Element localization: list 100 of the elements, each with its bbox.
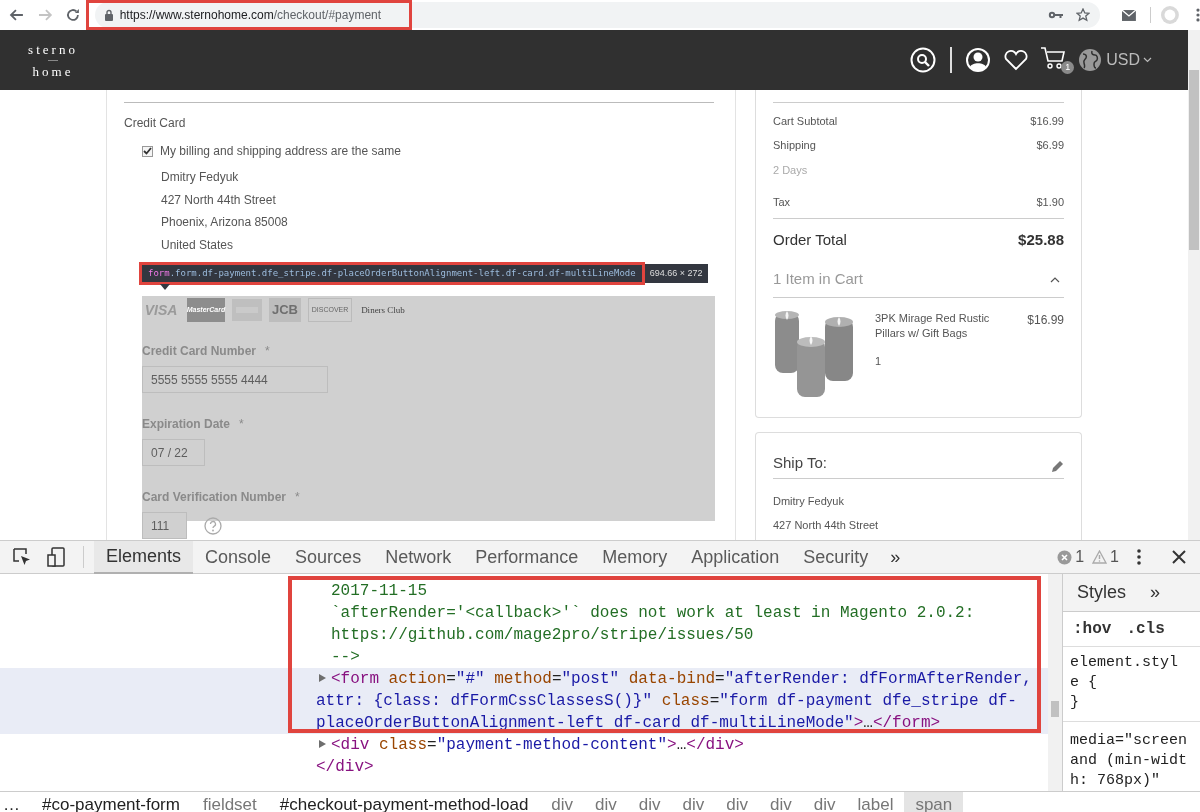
ship-to-title: Ship To: xyxy=(773,452,827,473)
code-line: 2017-11-15 xyxy=(330,581,428,602)
back-icon[interactable] xyxy=(9,7,25,23)
warning-count: 1 xyxy=(1110,547,1119,567)
devtools-tab[interactable]: Console xyxy=(193,540,284,574)
scrollbar-thumb[interactable] xyxy=(1189,70,1199,250)
logo[interactable]: sterno home xyxy=(27,41,79,79)
check-icon xyxy=(143,147,152,155)
devtools-tab[interactable]: Memory xyxy=(590,540,680,574)
product-price: $16.99 xyxy=(1027,312,1064,329)
globe-icon[interactable] xyxy=(1078,48,1103,72)
address-line: 427 North 44th Street xyxy=(773,517,880,533)
account-icon[interactable] xyxy=(965,47,992,73)
error-icon[interactable] xyxy=(1057,549,1073,565)
pencil-icon[interactable] xyxy=(1050,460,1064,474)
scrollbar[interactable] xyxy=(1048,574,1062,791)
payment-method-label: Credit Card xyxy=(124,115,187,132)
breadcrumb-item[interactable]: fieldset xyxy=(191,792,268,812)
tooltip-pointer-icon xyxy=(160,284,170,290)
breadcrumb-item[interactable]: div xyxy=(802,792,847,812)
required-mark: * xyxy=(295,489,300,506)
breadcrumb-item[interactable]: div xyxy=(715,792,759,812)
card-logo: Diners Club xyxy=(360,304,406,317)
scrollbar-thumb[interactable] xyxy=(1051,701,1059,717)
error-count: 1 xyxy=(1075,547,1085,567)
search-icon[interactable] xyxy=(910,47,937,73)
breadcrumb-item[interactable]: div xyxy=(584,792,628,812)
styles-tab[interactable]: Styles xyxy=(1077,579,1127,607)
address-line: 427 North 44th Street xyxy=(161,191,277,209)
summary-value: $1.90 xyxy=(1036,194,1064,210)
more-tabs-button[interactable]: » xyxy=(890,543,901,571)
code-line: https://github.com/mage2pro/stripe/issues/50 xyxy=(330,625,755,646)
product-quantity: 1 xyxy=(875,354,883,369)
field-label: Card Verification Number xyxy=(142,489,287,506)
devtools-tab[interactable]: Performance xyxy=(463,540,591,574)
code-line[interactable]: <div class="payment-method-content">…</div> xyxy=(316,734,1040,756)
media-query-text: media="screen and (min-width: 768px)" xyxy=(1069,731,1189,791)
close-icon[interactable] xyxy=(1172,550,1186,564)
devtools-tab[interactable]: Elements xyxy=(94,540,194,574)
required-mark: * xyxy=(239,416,244,433)
url-text: https://www.sternohome.com/checkout/#payment xyxy=(119,7,382,24)
class-toggle[interactable]: .cls xyxy=(1126,617,1165,642)
input-field[interactable]: 111 xyxy=(142,512,187,539)
devtools-tab[interactable]: Security xyxy=(791,540,881,574)
device-toolbar-icon[interactable] xyxy=(47,547,67,567)
heart-icon[interactable] xyxy=(1003,49,1030,71)
field-label: Credit Card Number xyxy=(142,343,257,360)
breadcrumb-item[interactable]: … xyxy=(0,792,30,812)
summary-label: Shipping xyxy=(773,137,816,153)
shipping-note: 2 Days xyxy=(773,164,808,176)
devtools-tab[interactable]: Sources xyxy=(283,540,374,574)
currency-selector[interactable]: USD xyxy=(1106,48,1152,72)
required-mark: * xyxy=(265,343,270,360)
checkbox-label: My billing and shipping address are the same xyxy=(160,143,401,160)
devtools-tab[interactable]: Network xyxy=(373,540,464,574)
style-rule-text: } xyxy=(1070,693,1080,713)
key-icon[interactable] xyxy=(1048,10,1065,20)
more-options-icon[interactable] xyxy=(1137,549,1141,565)
address-line: Dmitry Fedyuk xyxy=(161,169,240,186)
hover-state-toggle[interactable]: :hov xyxy=(1073,617,1112,642)
scrollbar[interactable] xyxy=(1188,30,1200,540)
address-line: Phoenix, Arizona 85008 xyxy=(161,214,289,231)
card-logo: JCB xyxy=(269,298,301,322)
breadcrumb-item[interactable]: div xyxy=(759,792,803,812)
caret-icon xyxy=(1143,57,1152,63)
address-line: Dmitry Fedyuk xyxy=(773,494,845,509)
caret-up-icon[interactable] xyxy=(1050,276,1060,283)
mail-icon[interactable] xyxy=(1122,9,1137,21)
code-line: </div> xyxy=(316,757,375,778)
breadcrumb-item[interactable]: div xyxy=(540,792,585,812)
address-line: United States xyxy=(161,236,235,254)
reload-icon[interactable] xyxy=(64,7,81,23)
order-total-label: Order Total xyxy=(773,230,847,251)
breadcrumb-item[interactable]: div xyxy=(671,792,716,812)
lock-icon xyxy=(103,9,114,21)
menu-icon[interactable] xyxy=(1196,8,1200,22)
address-bar[interactable]: https://www.sternohome.com/checkout/#payment xyxy=(94,2,1101,28)
product-name[interactable]: 3PK Mirage Red Rustic Pillars w/ Gift Bags xyxy=(875,311,1005,341)
summary-value: $6.99 xyxy=(1036,137,1064,153)
devtools-tab[interactable]: Application xyxy=(679,540,792,574)
style-rule-text: element.style { xyxy=(1070,653,1180,693)
code-line: `afterRender='<callback>'` does not work at least in Magento 2.0.2: xyxy=(330,603,976,624)
more-tabs-button[interactable]: » xyxy=(1150,579,1161,607)
star-icon[interactable] xyxy=(1076,8,1091,22)
breadcrumb-item[interactable]: label xyxy=(846,792,905,812)
cart-icon[interactable] xyxy=(1040,46,1067,70)
element-size-label: 694.66 × 272 xyxy=(644,264,708,283)
summary-label: Cart Subtotal xyxy=(773,113,838,129)
inspect-icon[interactable] xyxy=(13,548,31,566)
summary-label: Tax xyxy=(773,194,791,210)
field-label: Expiration Date xyxy=(142,416,231,433)
input-field[interactable]: 5555 5555 5555 4444 xyxy=(142,366,328,393)
breadcrumb-item[interactable]: div xyxy=(627,792,672,812)
order-total-value: $25.88 xyxy=(1018,230,1064,251)
summary-value: $16.99 xyxy=(1030,113,1064,129)
cart-count-badge: 1 xyxy=(1061,61,1075,74)
checkbox[interactable] xyxy=(142,145,153,157)
code-line: --> xyxy=(330,647,361,668)
input-field[interactable]: 07 / 22 xyxy=(142,439,205,466)
inspector-tooltip: form.form.df-payment.dfe_stripe.df-placeOrderButtonAlignment-left.df-card.df-multiLineMode xyxy=(139,262,645,285)
